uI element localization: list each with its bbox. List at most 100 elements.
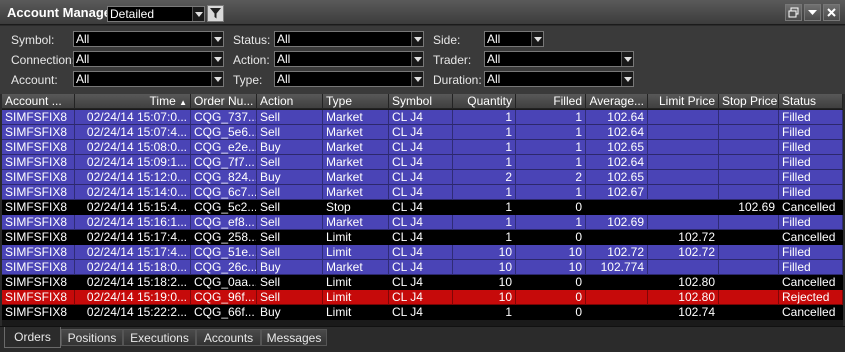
cell-order-number: CQG_26c... [191, 260, 257, 275]
cell-symbol: CL J4 [389, 185, 453, 200]
cell-quantity: 1 [453, 155, 516, 170]
cell-order-number: CQG_258... [191, 230, 257, 245]
side-value: All [487, 32, 501, 46]
trader-select[interactable]: All [484, 51, 634, 67]
status-value: All [277, 32, 291, 46]
table-row[interactable]: SIMFSFIX8 02/24/14 15:09:1... CQG_7f7... Se… [2, 155, 843, 170]
cell-type: Market [323, 170, 389, 185]
symbol-value: All [76, 32, 90, 46]
layout-value: Detailed [110, 7, 155, 21]
column-header-order-number[interactable]: Order Nu... [191, 94, 257, 109]
cell-quantity: 1 [453, 230, 516, 245]
connection-select[interactable]: All [73, 51, 224, 67]
table-row[interactable]: SIMFSFIX8 02/24/14 15:17:4... CQG_258... Se… [2, 230, 843, 245]
cell-limit-price: 102.80 [648, 290, 719, 305]
table-row[interactable]: SIMFSFIX8 02/24/14 15:07:0... CQG_737... Se… [2, 110, 843, 125]
restore-button[interactable] [785, 4, 802, 21]
filter-button[interactable] [207, 5, 224, 22]
cell-stop-price [719, 125, 779, 140]
table-row[interactable]: SIMFSFIX8 02/24/14 15:17:4... CQG_51e... Se… [2, 245, 843, 260]
cell-limit-price [648, 200, 719, 215]
action-select[interactable]: All [274, 51, 424, 67]
status-label: Status: [233, 33, 271, 47]
table-row[interactable]: SIMFSFIX8 02/24/14 15:22:2... CQG_66f... Bu… [2, 305, 843, 320]
table-row[interactable]: SIMFSFIX8 02/24/14 15:18:2... CQG_0aa... Se… [2, 275, 843, 290]
column-header-time[interactable]: Time ▲ [75, 94, 191, 109]
column-header-status[interactable]: Status [779, 94, 843, 109]
column-header-symbol[interactable]: Symbol [389, 94, 453, 109]
cell-type: Limit [323, 230, 389, 245]
cell-quantity: 1 [453, 200, 516, 215]
cell-limit-price [648, 155, 719, 170]
minimize-button[interactable] [804, 4, 821, 21]
type-value: All [277, 72, 291, 86]
cell-action: Buy [257, 305, 323, 320]
table-row[interactable]: SIMFSFIX8 02/24/14 15:19:0... CQG_96f... Se… [2, 290, 843, 305]
cell-status: Filled [779, 140, 843, 155]
layout-dropdown[interactable]: Detailed [107, 6, 205, 22]
column-header-quantity[interactable]: Quantity [453, 94, 516, 109]
close-button[interactable] [823, 4, 840, 21]
cell-average [586, 200, 648, 215]
column-header-filled[interactable]: Filled [516, 94, 586, 109]
table-row[interactable]: SIMFSFIX8 02/24/14 15:18:0... CQG_26c... Bu… [2, 260, 843, 275]
trader-value: All [487, 52, 501, 66]
side-select[interactable]: All [484, 31, 544, 47]
chevron-down-icon [411, 72, 423, 86]
table-row[interactable]: SIMFSFIX8 02/24/14 15:07:4... CQG_5e6... Se… [2, 125, 843, 140]
table-row[interactable]: SIMFSFIX8 02/24/14 15:16:1... CQG_ef8... Se… [2, 215, 843, 230]
cell-symbol: CL J4 [389, 125, 453, 140]
status-select[interactable]: All [274, 31, 424, 47]
cell-stop-price [719, 245, 779, 260]
cell-average: 102.64 [586, 155, 648, 170]
cell-filled: 1 [516, 215, 586, 230]
cell-time: 02/24/14 15:16:1... [75, 215, 191, 230]
cell-order-number: CQG_0aa... [191, 275, 257, 290]
cell-status: Cancelled [779, 200, 843, 215]
account-label: Account: [11, 73, 58, 87]
column-header-average[interactable]: Average... [586, 94, 648, 109]
tab-executions[interactable]: Executions [123, 329, 196, 346]
cell-status: Cancelled [779, 230, 843, 245]
cell-limit-price: 102.80 [648, 275, 719, 290]
table-row[interactable]: SIMFSFIX8 02/24/14 15:14:0... CQG_6c7... Se… [2, 185, 843, 200]
cell-stop-price [719, 155, 779, 170]
tab-accounts[interactable]: Accounts [196, 329, 261, 346]
cell-type: Market [323, 140, 389, 155]
chevron-down-icon [411, 52, 423, 66]
cell-status: Filled [779, 125, 843, 140]
duration-select[interactable]: All [484, 71, 634, 87]
account-select[interactable]: All [73, 71, 224, 87]
cell-symbol: CL J4 [389, 260, 453, 275]
table-row[interactable]: SIMFSFIX8 02/24/14 15:15:4... CQG_5c2... Se… [2, 200, 843, 215]
tab-orders[interactable]: Orders [4, 327, 61, 348]
cell-limit-price [648, 185, 719, 200]
tab-positions[interactable]: Positions [61, 329, 123, 346]
cell-average: 102.64 [586, 110, 648, 125]
cell-action: Sell [257, 125, 323, 140]
cell-symbol: CL J4 [389, 140, 453, 155]
column-header-stop-price[interactable]: Stop Price [719, 94, 779, 109]
symbol-select[interactable]: All [73, 31, 224, 47]
cell-order-number: CQG_5c2... [191, 200, 257, 215]
chevron-down-icon [808, 10, 817, 15]
tab-messages[interactable]: Messages [261, 329, 327, 346]
cell-symbol: CL J4 [389, 305, 453, 320]
cell-quantity: 1 [453, 215, 516, 230]
table-row[interactable]: SIMFSFIX8 02/24/14 15:12:0... CQG_824... Bu… [2, 170, 843, 185]
cell-type: Market [323, 185, 389, 200]
column-header-type[interactable]: Type [323, 94, 389, 109]
cell-time: 02/24/14 15:12:0... [75, 170, 191, 185]
column-header-account[interactable]: Account ... [2, 94, 75, 109]
cell-time: 02/24/14 15:17:4... [75, 245, 191, 260]
cell-average: 102.72 [586, 245, 648, 260]
cell-stop-price [719, 230, 779, 245]
cell-quantity: 10 [453, 290, 516, 305]
cell-limit-price: 102.72 [648, 230, 719, 245]
type-select[interactable]: All [274, 71, 424, 87]
table-row[interactable]: SIMFSFIX8 02/24/14 15:08:0... CQG_e2e... Bu… [2, 140, 843, 155]
cell-symbol: CL J4 [389, 290, 453, 305]
column-header-limit-price[interactable]: Limit Price [648, 94, 719, 109]
cell-time: 02/24/14 15:17:4... [75, 230, 191, 245]
column-header-action[interactable]: Action [257, 94, 323, 109]
